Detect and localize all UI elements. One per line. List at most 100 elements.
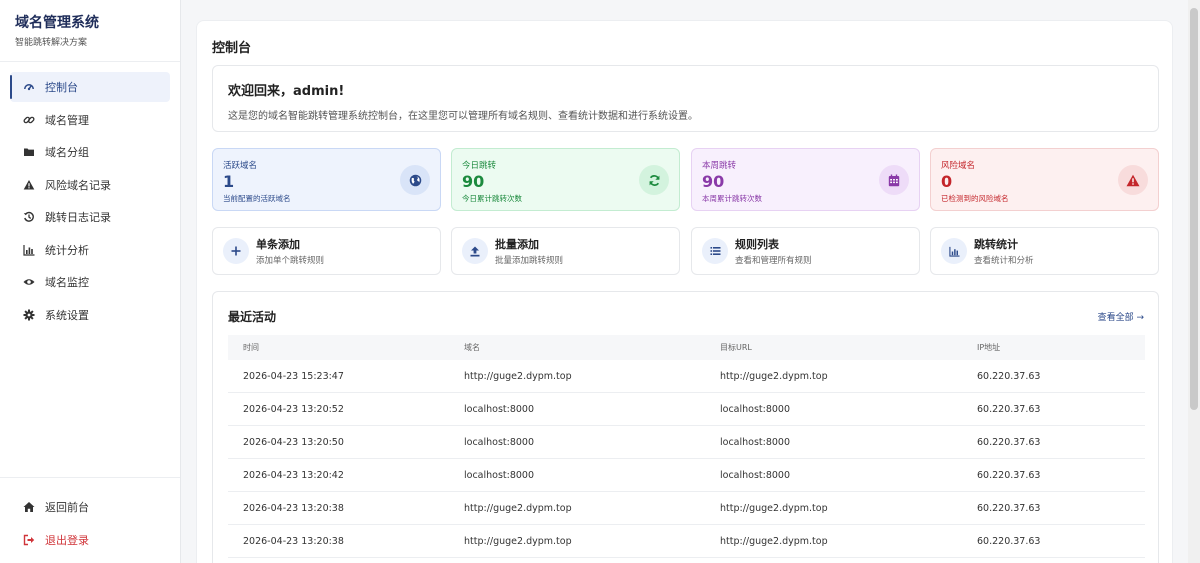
cell-domain: http://guge2.dypm.top [464,370,572,382]
welcome-title: 欢迎回来，admin! [228,84,345,99]
quick-action-rule-list[interactable]: 规则列表 查看和管理所有规则 [691,227,920,275]
logout-icon [22,533,36,547]
quick-actions: 单条添加 添加单个跳转规则 批量添加 批量添加跳转规则 规则列表 查看和管理所有… [212,227,1159,275]
cell-target-url: http://guge2.dypm.top [720,370,828,382]
table-header: 时间 域名 目标URL IP地址 [228,335,1145,360]
cell-target-url: localhost:8000 [720,469,791,481]
sidebar-item-label: 域名监控 [45,276,89,289]
stat-desc: 今日累计跳转次数 [462,194,522,203]
table-row: 2026-04-23 13:20:42 localhost:8000 local… [228,459,1145,492]
sidebar-item-monitor[interactable]: 域名监控 [10,267,170,297]
stat-desc: 已检测到的风险域名 [941,194,1009,203]
cell-time: 2026-04-23 13:20:52 [243,403,344,415]
brand-title: 域名管理系统 [15,15,99,31]
sidebar-item-label: 统计分析 [45,243,89,257]
stat-card-week-redirects: 本周跳转 90 本周累计跳转次数 [691,148,920,211]
table-row: 2026-04-23 15:23:47 http://guge2.dypm.to… [228,360,1145,393]
quick-action-title: 跳转统计 [974,238,1018,251]
column-header-target-url: 目标URL [720,343,752,352]
table-row: 2026-04-23 13:20:50 localhost:8000 local… [228,426,1145,459]
link-icon [22,113,36,127]
quick-action-desc: 添加单个跳转规则 [256,256,325,266]
cell-ip: 60.220.37.63 [977,436,1041,448]
home-icon [22,500,36,514]
refresh-icon [639,165,669,195]
table-row: 2026-04-23 13:20:38 http://guge2.dypm.to… [228,525,1145,558]
recent-activity-title: 最近活动 [228,310,277,324]
sidebar-item-frontend[interactable]: 返回前台 [10,492,170,522]
history-icon [22,210,36,224]
main-panel: 控制台 欢迎回来，admin! 这是您的域名智能跳转管理系统控制台，在这里您可以… [196,20,1173,563]
plus-icon [223,238,249,264]
alert-triangle-icon [1118,165,1148,195]
stat-desc: 当前配置的活跃域名 [223,194,291,203]
folder-icon [22,145,36,159]
quick-action-batch-add[interactable]: 批量添加 批量添加跳转规则 [451,227,680,275]
sidebar-item-groups[interactable]: 域名分组 [10,137,170,167]
sidebar-item-label: 跳转日志记录 [45,211,111,224]
cell-target-url: localhost:8000 [720,436,791,448]
sidebar-item-settings[interactable]: 系统设置 [10,300,170,330]
recent-activity: 最近活动 查看全部 → 时间 域名 目标URL IP地址 2026-04-23 … [212,291,1159,563]
bar-chart-icon [22,243,36,257]
welcome-card: 欢迎回来，admin! 这是您的域名智能跳转管理系统控制台，在这里您可以管理所有… [212,65,1159,132]
sidebar-item-label: 域名分组 [45,146,89,159]
quick-action-desc: 查看和管理所有规则 [735,256,812,266]
sidebar-nav: 控制台 域名管理 域名分组 风险域名记录 跳转日志记录 统计分析 域名监控 系统… [0,62,180,330]
quick-action-statistics[interactable]: 跳转统计 查看统计和分析 [930,227,1159,275]
eye-icon [22,275,36,289]
table-row: 2026-04-23 13:20:38 http://guge2.dypm.to… [228,492,1145,525]
sidebar-item-label: 域名管理 [45,113,89,127]
quick-action-desc: 批量添加跳转规则 [495,256,564,266]
sidebar-item-domains[interactable]: 域名管理 [10,105,170,135]
sidebar-item-risk-records[interactable]: 风险域名记录 [10,170,170,200]
welcome-text: 这是您的域名智能跳转管理系统控制台，在这里您可以管理所有域名规则、查看统计数据和… [228,111,698,122]
brand: 域名管理系统 智能跳转解决方案 [0,0,180,62]
cell-ip: 60.220.37.63 [977,403,1041,415]
cell-domain: localhost:8000 [464,403,535,415]
stats-row: 活跃域名 1 当前配置的活跃域名 今日跳转 90 今日累计跳转次数 本周跳转 9… [212,148,1159,211]
cell-target-url: localhost:8000 [720,403,791,415]
page-scrollbar[interactable] [1188,0,1200,563]
cell-target-url: http://guge2.dypm.top [720,535,828,547]
cell-time: 2026-04-23 13:20:38 [243,502,344,514]
cell-time: 2026-04-23 13:20:42 [243,469,344,481]
sidebar-item-redirect-logs[interactable]: 跳转日志记录 [10,202,170,232]
dashboard-icon [22,80,36,94]
cell-time: 2026-04-23 13:20:50 [243,436,344,448]
quick-action-desc: 查看统计和分析 [974,256,1034,266]
globe-icon [400,165,430,195]
sidebar-bottom: 返回前台 退出登录 [0,477,180,563]
sidebar-item-label: 退出登录 [45,533,89,547]
upload-icon [462,238,488,264]
page-title: 控制台 [212,41,252,56]
sidebar-item-label: 风险域名记录 [45,178,111,192]
column-header-time: 时间 [243,343,259,352]
cell-domain: localhost:8000 [464,436,535,448]
stat-card-risk-domains: 风险域名 0 已检测到的风险域名 [930,148,1159,211]
calendar-icon [879,165,909,195]
quick-action-title: 规则列表 [735,238,779,251]
column-header-ip: IP地址 [977,343,1001,352]
table-row: 2026-04-23 13:20:52 localhost:8000 local… [228,393,1145,426]
view-all-link[interactable]: 查看全部 → [1098,310,1144,323]
cell-ip: 60.220.37.63 [977,370,1041,382]
sidebar-item-label: 系统设置 [45,308,89,322]
cell-target-url: http://guge2.dypm.top [720,502,828,514]
stat-card-active-domains: 活跃域名 1 当前配置的活跃域名 [212,148,441,211]
quick-action-single-add[interactable]: 单条添加 添加单个跳转规则 [212,227,441,275]
sidebar-item-logout[interactable]: 退出登录 [10,525,170,555]
cell-domain: http://guge2.dypm.top [464,535,572,547]
sidebar-item-dashboard[interactable]: 控制台 [10,72,170,102]
gear-icon [22,308,36,322]
sidebar-item-label: 控制台 [45,81,78,94]
scrollbar-thumb[interactable] [1190,8,1198,410]
sidebar-item-statistics[interactable]: 统计分析 [10,235,170,265]
cell-domain: http://guge2.dypm.top [464,502,572,514]
sidebar: 域名管理系统 智能跳转解决方案 控制台 域名管理 域名分组 风险域名记录 跳转日… [0,0,181,563]
bar-chart-icon [941,238,967,264]
cell-ip: 60.220.37.63 [977,469,1041,481]
stat-desc: 本周累计跳转次数 [702,194,762,203]
activity-table: 时间 域名 目标URL IP地址 2026-04-23 15:23:47 htt… [228,335,1145,558]
list-icon [702,238,728,264]
